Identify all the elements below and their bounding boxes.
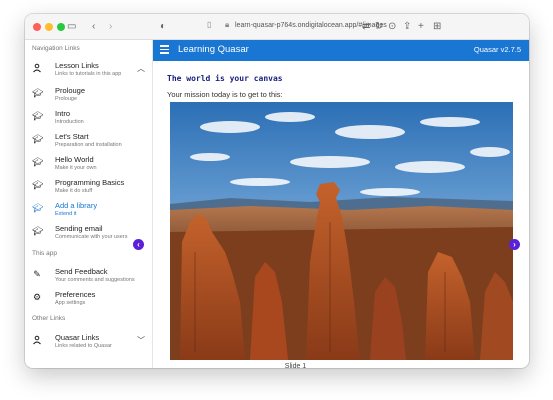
sidebar-item-label: Let's Start [55,132,89,141]
graduation-cap-icon: 🎓︎ [32,157,44,167]
sidebar-item-caption: Your comments and suggestions [55,277,135,283]
graduation-cap-icon: 🎓︎ [32,88,44,98]
sidebar: Navigation Links Lesson Links Links to t… [25,40,153,368]
person-icon [32,63,42,73]
sidebar-item-add-a-library[interactable]: 🎓︎ Add a library Extend it [25,200,152,222]
sidebar-item-label: Preferences [55,290,96,299]
share-icon[interactable]: ⇪ [403,20,411,34]
sidebar-item-label: Intro [55,109,71,118]
sidebar-item-label: Programming Basics [55,178,125,187]
sidebar-item-prolouge[interactable]: 🎓︎ Prolouge Prolouge [25,85,152,107]
menu-icon[interactable] [160,45,170,55]
gear-icon: ⚙ [32,292,42,302]
main-content: The world is your canvas Your mission to… [153,61,529,368]
app-version: Quasar v2.7.5 [473,45,521,54]
tab-overview-icon[interactable]: ⊞ [433,20,441,34]
reload-icon[interactable]: ↻ [375,20,383,34]
sidebar-item-caption: Preparation and installation [55,142,122,148]
minimize-window-button[interactable] [45,23,53,31]
sidebar-toggle-icon[interactable]: ▭ [67,20,76,34]
browser-window: ▭ ‹ › ◐ ▯ 🔒︎ learn-quasar-p764s.ondigita… [25,14,529,368]
back-icon[interactable]: ‹ [92,20,95,34]
sidebar-item-caption: Links related to Quasar [55,343,112,349]
sidebar-item-caption: Make it your own [55,165,97,171]
section-header-other-links: Other Links [32,315,66,322]
browser-toolbar: ▭ ‹ › ◐ ▯ 🔒︎ learn-quasar-p764s.ondigita… [25,14,529,40]
address-bar[interactable]: ▯ 🔒︎ learn-quasar-p764s.ondigitalocean.a… [199,19,387,35]
sidebar-item-caption: Communicate with your users [55,234,128,240]
person-icon [32,335,42,345]
carousel-prev-button[interactable]: ‹ [133,239,144,250]
sidebar-item-programming-basics[interactable]: 🎓︎ Programming Basics Make it do stuff [25,177,152,199]
graduation-cap-icon: 🎓︎ [32,111,44,121]
translate-icon[interactable]: ⇄ [362,20,370,34]
sidebar-item-send-feedback[interactable]: ✎ Send Feedback Your comments and sugges… [25,266,152,288]
app-title: Learning Quasar [178,44,249,55]
sidebar-item-caption: Make it do stuff [55,188,93,194]
download-icon[interactable]: ⊙ [388,20,396,34]
sidebar-item-label: Sending email [55,224,103,233]
sidebar-item-caption: Introduction [55,119,84,125]
close-window-button[interactable] [33,23,41,31]
section-header-navigation: Navigation Links [32,45,80,52]
graduation-cap-icon: 🎓︎ [32,180,44,190]
new-tab-icon[interactable]: + [418,20,424,34]
page-icon: ▯ [207,20,212,29]
app-header: Learning Quasar Quasar v2.7.5 [153,40,529,61]
forward-icon[interactable]: › [109,20,112,34]
graduation-cap-icon: 🎓︎ [32,226,44,236]
sidebar-item-label: Quasar Links [55,333,100,342]
carousel-next-button[interactable]: › [509,239,520,250]
sidebar-item-lesson-links[interactable]: Lesson Links Links to tutorials in this … [25,60,152,82]
lock-icon: 🔒︎ [225,20,230,29]
privacy-shield-icon[interactable]: ◐ [160,20,166,34]
section-header-this-app: This app [32,250,57,257]
image-carousel[interactable] [170,102,513,360]
chevron-down-icon: ﹀ [137,336,145,345]
graduation-cap-icon: 🎓︎ [32,203,44,213]
page-title: The world is your canvas [167,74,283,83]
chevron-up-icon: ︿ [137,64,145,73]
sidebar-item-caption: Links to tutorials in this app [55,71,122,77]
sidebar-item-label: Lesson Links [55,61,99,70]
slide-caption: Slide 1 [284,363,307,370]
sidebar-item-caption: Prolouge [55,96,78,102]
graduation-cap-icon: 🎓︎ [32,134,44,144]
sidebar-item-caption: Extend it [55,211,77,217]
sidebar-item-preferences[interactable]: ⚙ Preferences App settings [25,289,152,311]
sidebar-item-label: Send Feedback [55,267,108,276]
sidebar-item-intro[interactable]: 🎓︎ Intro Introduction [25,108,152,130]
page-subtitle: Your mission today is to get to this: [167,90,283,99]
sidebar-item-caption: App settings [55,300,86,306]
maximize-window-button[interactable] [57,23,65,31]
sidebar-item-quasar-links[interactable]: Quasar Links Links related to Quasar ﹀ [25,332,152,354]
sidebar-item-label: Add a library [55,201,98,210]
pencil-icon: ✎ [33,269,41,279]
sidebar-item-label: Hello World [55,155,94,164]
sidebar-item-label: Prolouge [55,86,86,95]
canyon-landscape-image [170,102,513,360]
sidebar-item-lets-start[interactable]: 🎓︎ Let's Start Preparation and installat… [25,131,152,153]
sidebar-item-hello-world[interactable]: 🎓︎ Hello World Make it your own [25,154,152,176]
